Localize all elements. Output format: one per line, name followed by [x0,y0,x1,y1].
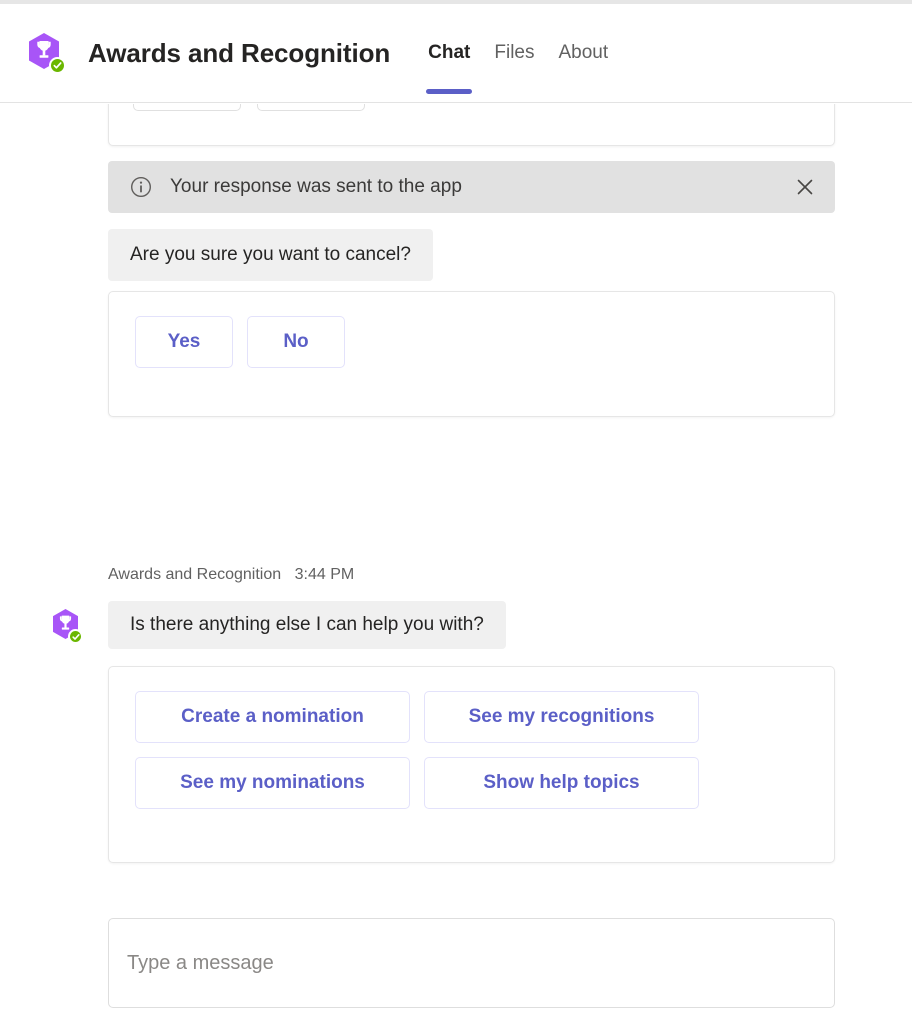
previous-action-button-row: Select Cancel [133,104,810,111]
see-my-nominations-button[interactable]: See my nominations [135,757,410,809]
yes-no-action-card: Yes No [108,291,835,417]
info-circle-icon [130,176,152,198]
cancel-button[interactable]: Cancel [257,104,365,111]
tab-chat[interactable]: Chat [416,3,482,102]
app-header: Awards and Recognition Chat Files About [0,4,912,103]
available-check-icon [49,57,66,74]
available-check-icon [68,629,83,644]
tab-chat-label: Chat [428,41,471,63]
tab-files-label: Files [494,41,535,63]
yes-button[interactable]: Yes [135,316,233,368]
tab-about-label: About [558,41,609,63]
tab-about[interactable]: About [547,3,621,102]
message-meta: Awards and Recognition 3:44 PM [108,566,354,584]
message-input[interactable] [127,919,816,1007]
bot-message-text: Is there anything else I can help you wi… [108,601,506,649]
suggestions-action-card: Create a nomination See my recognitions … [108,666,835,863]
message-timestamp: 3:44 PM [294,566,355,583]
previous-action-card: Select Cancel [108,104,835,146]
create-a-nomination-button[interactable]: Create a nomination [135,691,410,743]
close-icon[interactable] [791,173,819,201]
show-help-topics-button[interactable]: Show help topics [424,757,699,809]
message-avatar-slot [52,601,108,644]
avatar [52,609,83,644]
system-banner-text: Your response was sent to the app [170,176,462,197]
teams-app-window: Awards and Recognition Chat Files About … [0,0,912,1026]
conversation-scroll-region[interactable]: Select Cancel Your response was sent to … [0,104,912,910]
app-identity: Awards and Recognition [28,33,391,74]
cancel-confirmation-message: Are you sure you want to cancel? [108,229,433,281]
message-composer[interactable] [108,918,835,1008]
bot-message-row: Is there anything else I can help you wi… [52,601,506,649]
app-avatar [28,33,66,74]
tab-files[interactable]: Files [482,3,546,102]
see-my-recognitions-button[interactable]: See my recognitions [424,691,699,743]
suggestions-button-grid: Create a nomination See my recognitions … [135,691,808,809]
yes-no-button-row: Yes No [135,316,808,368]
no-button[interactable]: No [247,316,345,368]
page-title: Awards and Recognition [88,37,391,68]
system-notification-banner: Your response was sent to the app [108,161,835,213]
select-button[interactable]: Select [133,104,241,111]
message-sender: Awards and Recognition [108,566,282,583]
tab-strip: Chat Files About [416,4,620,102]
